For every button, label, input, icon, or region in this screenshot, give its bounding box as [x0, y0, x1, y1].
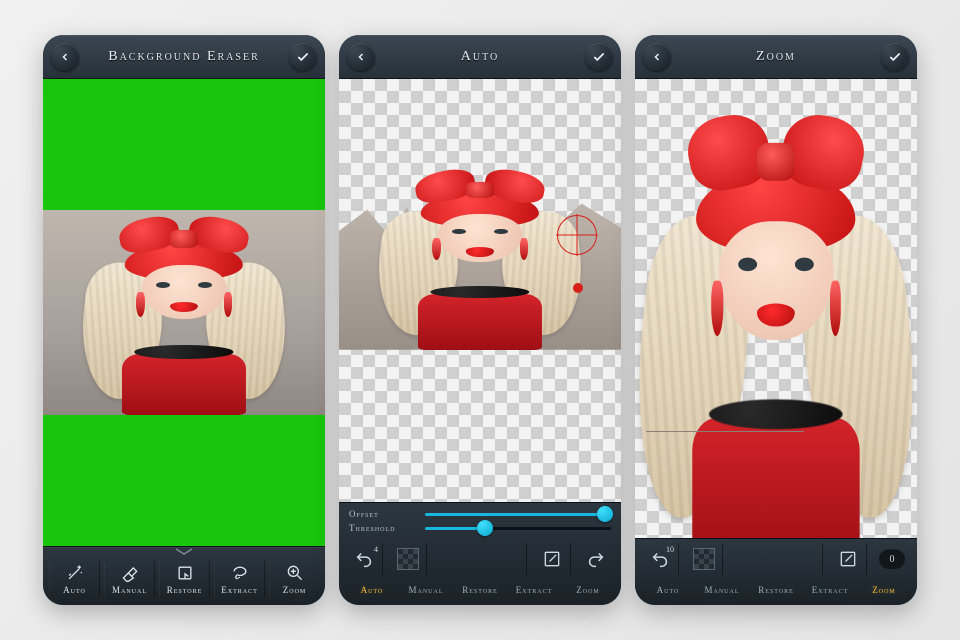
screen-background-eraser: Background Eraser	[43, 35, 325, 605]
edit-square-icon	[838, 549, 858, 569]
tab-zoom[interactable]: Zoom	[561, 581, 615, 599]
redo-button[interactable]	[577, 543, 615, 575]
tab-restore[interactable]: Restore	[749, 581, 803, 599]
tab-auto[interactable]: Auto	[345, 581, 399, 599]
magic-wand-icon	[65, 563, 85, 583]
chevron-left-icon	[651, 51, 663, 63]
back-button[interactable]	[347, 43, 375, 71]
tabstrip: Auto Manual Restore Extract Zoom	[635, 579, 917, 605]
tabstrip: Auto Manual Restore Extract Zoom	[339, 579, 621, 605]
slider-label: Offset	[349, 509, 417, 519]
screen-zoom: Zoom	[635, 35, 917, 605]
tool-auto[interactable]: Auto	[49, 561, 100, 597]
artifact-line	[646, 431, 804, 432]
tab-extract[interactable]: Extract	[803, 581, 857, 599]
portrait	[43, 210, 325, 415]
topbar: Zoom	[635, 35, 917, 79]
edit-button[interactable]	[533, 543, 571, 575]
transparency-swatch-icon	[693, 548, 715, 570]
restore-icon	[175, 563, 195, 583]
portrait	[635, 97, 917, 538]
slider-label: Threshold	[349, 523, 417, 533]
topbar: Background Eraser	[43, 35, 325, 79]
undo-count: 4	[374, 545, 378, 554]
slider-threshold[interactable]: Threshold	[349, 523, 611, 533]
check-icon	[888, 50, 902, 64]
tab-manual[interactable]: Manual	[695, 581, 749, 599]
check-icon	[592, 50, 606, 64]
bottom-controls: 10 0 Auto Manual Restore Extract Zoom	[635, 538, 917, 605]
page-title: Zoom	[671, 49, 881, 65]
edit-button[interactable]	[829, 543, 867, 575]
tab-restore[interactable]: Restore	[453, 581, 507, 599]
slider-thumb[interactable]	[477, 520, 493, 536]
chevron-left-icon	[355, 51, 367, 63]
redo-icon	[585, 548, 607, 570]
tool-restore[interactable]: Restore	[159, 561, 210, 597]
photo-layer	[339, 164, 621, 350]
transparency-swatch[interactable]	[389, 543, 427, 575]
lasso-icon	[230, 563, 250, 583]
tab-extract[interactable]: Extract	[507, 581, 561, 599]
tab-zoom[interactable]: Zoom	[857, 581, 911, 599]
slider-track[interactable]	[425, 527, 611, 530]
chevron-left-icon	[59, 51, 71, 63]
tab-auto[interactable]: Auto	[641, 581, 695, 599]
screen-auto: Auto	[339, 35, 621, 605]
magnifier-plus-icon	[285, 563, 305, 583]
confirm-button[interactable]	[881, 43, 909, 71]
spacer	[433, 543, 527, 575]
eraser-icon	[120, 563, 140, 583]
portrait	[339, 164, 621, 350]
target-reticle[interactable]	[557, 215, 597, 255]
tool-manual[interactable]: Manual	[104, 561, 155, 597]
confirm-button[interactable]	[289, 43, 317, 71]
slider-offset[interactable]: Offset	[349, 509, 611, 519]
chevron-down-icon	[164, 548, 204, 556]
tool-extract[interactable]: Extract	[214, 561, 265, 597]
tool-label: Extract	[221, 585, 258, 595]
bottom-controls: Offset Threshold 4	[339, 502, 621, 605]
page-title: Background Eraser	[79, 49, 289, 65]
undo-button[interactable]: 4	[345, 543, 383, 575]
confirm-button[interactable]	[585, 43, 613, 71]
step-counter[interactable]: 0	[873, 543, 911, 575]
tool-zoom[interactable]: Zoom	[269, 561, 319, 597]
collapse-handle[interactable]	[43, 547, 325, 557]
topbar: Auto	[339, 35, 621, 79]
canvas[interactable]	[635, 79, 917, 538]
undo-count: 10	[666, 545, 674, 554]
tool-label: Manual	[112, 585, 147, 595]
spacer	[729, 543, 823, 575]
step-value: 0	[890, 554, 895, 565]
photo-layer	[43, 210, 325, 415]
canvas[interactable]	[43, 79, 325, 546]
back-button[interactable]	[51, 43, 79, 71]
tool-label: Zoom	[283, 585, 307, 595]
tab-manual[interactable]: Manual	[399, 581, 453, 599]
check-icon	[296, 50, 310, 64]
transparency-swatch-icon	[397, 548, 419, 570]
back-button[interactable]	[643, 43, 671, 71]
transparency-swatch[interactable]	[685, 543, 723, 575]
tool-label: Restore	[167, 585, 203, 595]
photo-layer	[635, 97, 917, 437]
canvas[interactable]	[339, 79, 621, 502]
edit-square-icon	[542, 549, 562, 569]
slider-thumb[interactable]	[597, 506, 613, 522]
tool-label: Auto	[63, 585, 86, 595]
target-dot[interactable]	[573, 283, 583, 293]
undo-icon	[353, 548, 375, 570]
bottom-toolbar: Auto Manual Restore Extract Zoom	[43, 546, 325, 605]
slider-track[interactable]	[425, 513, 611, 516]
undo-button[interactable]: 10	[641, 543, 679, 575]
page-title: Auto	[375, 49, 585, 65]
